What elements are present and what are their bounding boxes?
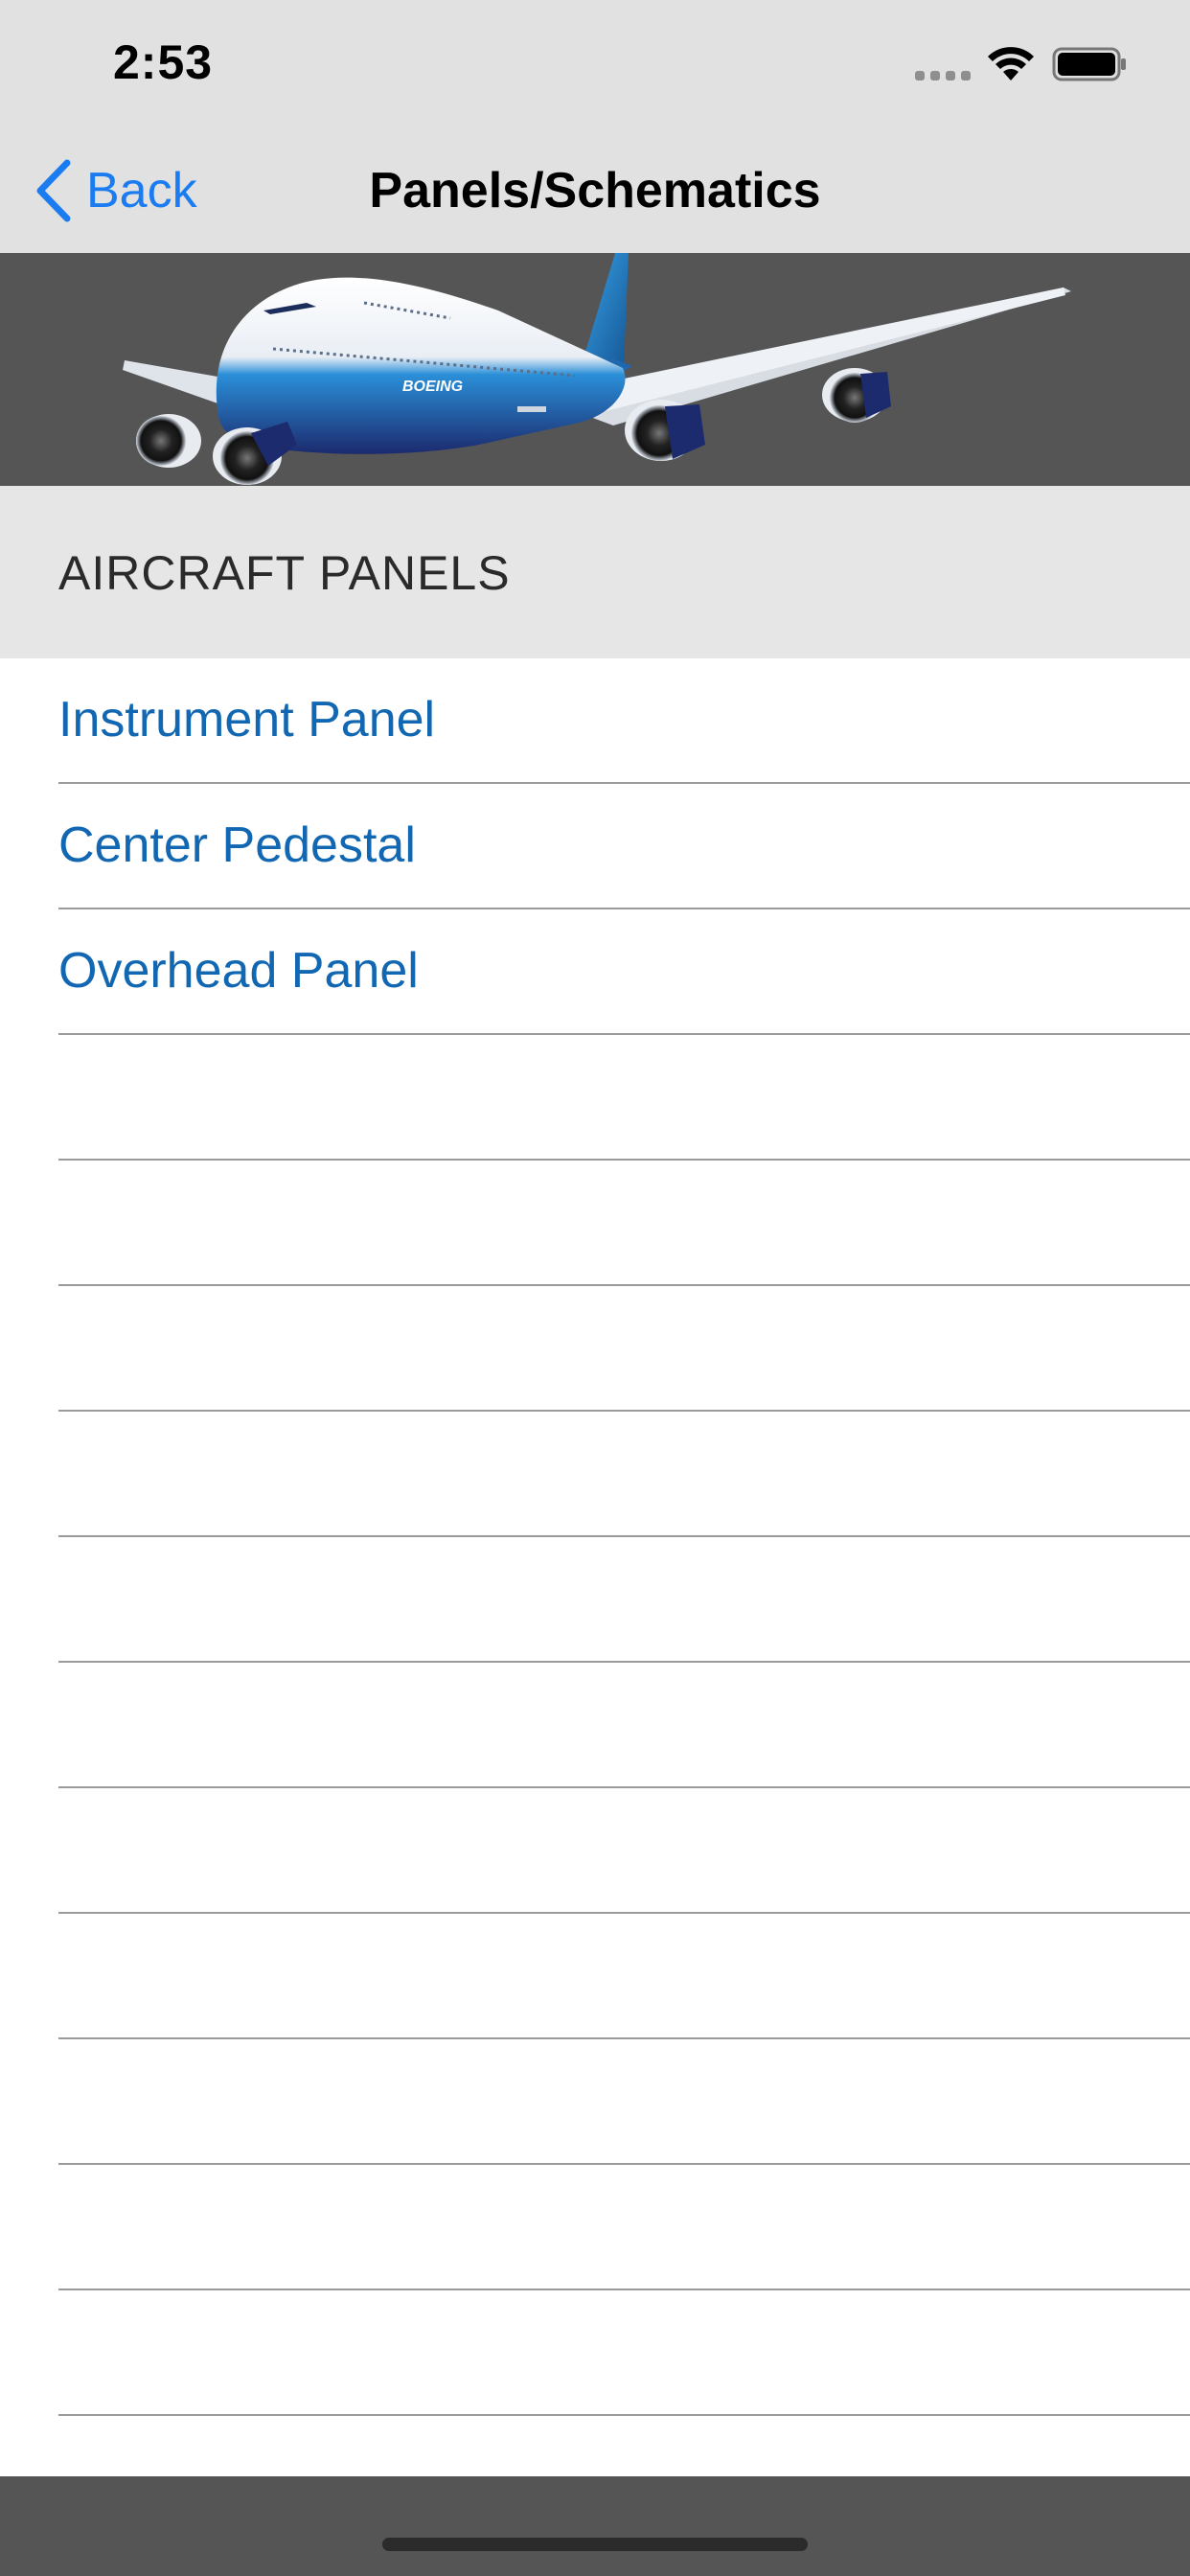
list-item-empty	[58, 1663, 1190, 1788]
list-item-empty	[58, 2290, 1190, 2416]
boeing-logo: BOEING	[402, 379, 463, 395]
list-item-label: Center Pedestal	[58, 817, 416, 873]
list-item-label: Instrument Panel	[58, 692, 436, 748]
cellular-signal-icon	[915, 71, 971, 80]
list-item-overhead-panel[interactable]: Overhead Panel	[58, 909, 1190, 1035]
wifi-icon	[988, 47, 1034, 80]
home-indicator[interactable]	[382, 2538, 808, 2551]
list-item-empty	[58, 1412, 1190, 1537]
list-item-empty	[58, 1161, 1190, 1286]
list-item-label: Overhead Panel	[58, 943, 419, 999]
aircraft-image: BOEING	[123, 253, 1071, 485]
list-item-empty	[58, 1537, 1190, 1663]
list-item-empty	[58, 1286, 1190, 1412]
section-header: AIRCRAFT PANELS	[0, 486, 1190, 658]
list-item-empty	[58, 2039, 1190, 2165]
panel-list: Instrument Panel Center Pedestal Overhea…	[0, 658, 1190, 2416]
back-button[interactable]: Back	[33, 157, 197, 224]
list-item-empty	[58, 1788, 1190, 1914]
list-item-instrument-panel[interactable]: Instrument Panel	[58, 658, 1190, 784]
aircraft-banner: BOEING	[0, 253, 1190, 486]
section-title: AIRCRAFT PANELS	[58, 546, 511, 600]
battery-icon	[1052, 47, 1126, 81]
status-time: 2:53	[113, 35, 214, 89]
chevron-left-icon	[36, 159, 71, 222]
list-item-empty	[58, 1035, 1190, 1161]
list-item-center-pedestal[interactable]: Center Pedestal	[58, 784, 1190, 909]
bottom-bar	[0, 2476, 1190, 2576]
back-label: Back	[86, 163, 197, 218]
navigation-bar: Back Panels/Schematics	[0, 126, 1190, 253]
list-item-empty	[58, 1914, 1190, 2039]
status-bar: 2:53	[0, 0, 1190, 126]
list-item-empty	[58, 2165, 1190, 2290]
